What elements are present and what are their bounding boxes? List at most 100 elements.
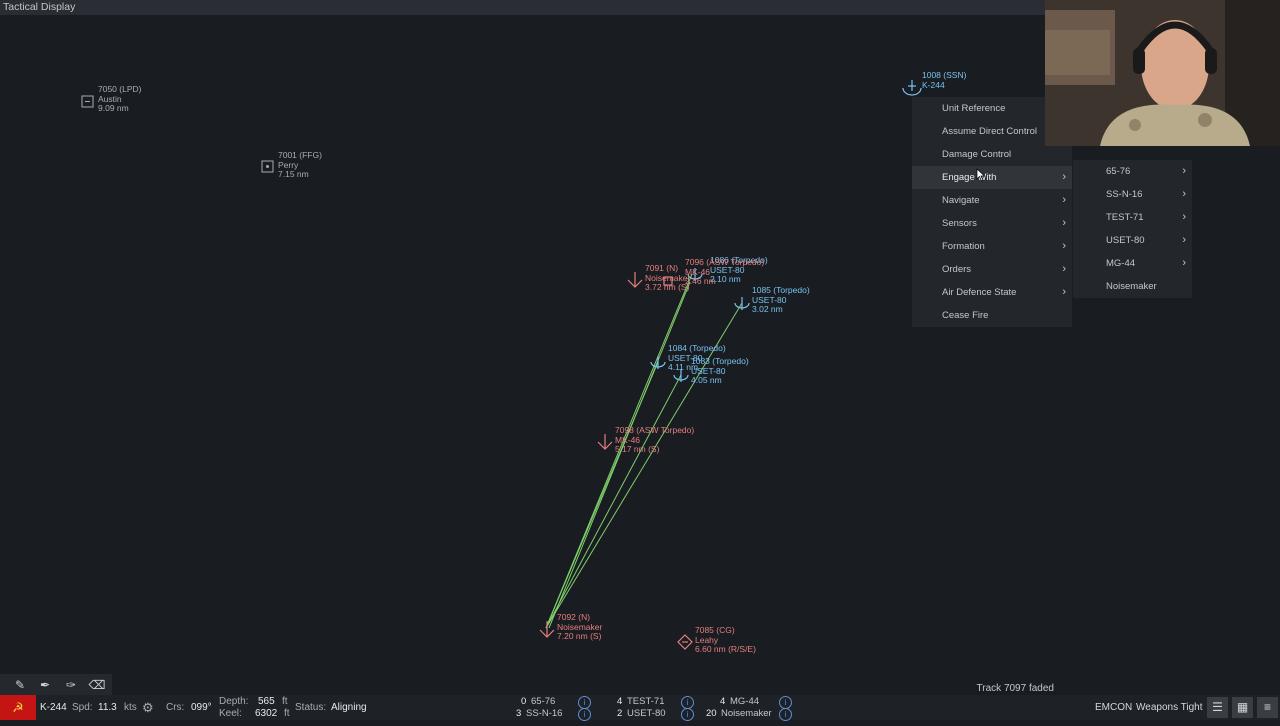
pen-icon[interactable]: ✒ <box>34 675 56 695</box>
unit-label-asw-torpedo-7098: 7098 (ASW Torpedo) MK-46 5.17 nm (S) <box>615 425 694 455</box>
menu-item-navigate[interactable]: Navigate › <box>912 189 1072 212</box>
menu-item-label: Engage With <box>942 172 997 183</box>
menu-item-label: Assume Direct Control <box>942 126 1038 137</box>
unit-label-torpedo-1083: 1083 (Torpedo) USET-80 4.05 nm <box>691 356 749 386</box>
menu-item-label: Orders <box>942 264 972 275</box>
torpedo-symbol[interactable] <box>734 297 750 310</box>
speed-unit: kts <box>124 702 137 713</box>
chevron-right-icon: › <box>1182 234 1186 246</box>
unit-range: 7.15 nm <box>278 169 309 180</box>
menu-item-label: Cease Fire <box>942 310 989 321</box>
chevron-right-icon: › <box>1182 165 1186 177</box>
submenu-item-test-71[interactable]: TEST-71 › <box>1073 206 1192 229</box>
unit-range: 7.20 nm (S) <box>557 631 602 642</box>
menu-item-sensors[interactable]: Sensors › <box>912 212 1072 235</box>
menu-item-label: Sensors <box>942 218 977 229</box>
unit-label-noisemaker-7092: 7092 (N) Noisemaker 7.20 nm (S) <box>557 612 602 642</box>
drawing-toolbar: ✎ ✒ ✑ ⌫ <box>0 674 112 695</box>
course-label: Crs: <box>166 702 185 713</box>
speed-dial-icon[interactable]: ⚙ <box>142 695 154 720</box>
status-value: Aligning <box>331 702 367 713</box>
menu-item-air-defence-state[interactable]: Air Defence State › <box>912 281 1072 304</box>
menu-item-label: Air Defence State <box>942 287 1017 298</box>
menu-item-damage-control[interactable]: Damage Control <box>912 143 1072 166</box>
hostile-noisemaker-symbol[interactable] <box>627 272 643 288</box>
pin-icon[interactable]: ✑ <box>60 675 82 695</box>
chevron-right-icon: › <box>1062 217 1066 229</box>
submenu-item-65-76[interactable]: 65-76 › <box>1073 160 1192 183</box>
submenu-item-uset-80[interactable]: USET-80 › <box>1073 229 1192 252</box>
menu-item-label: Formation <box>942 241 985 252</box>
track-line <box>548 281 691 629</box>
unit-name: K-244 <box>922 79 945 90</box>
course-value: 099° <box>191 702 212 713</box>
hammer-sickle-icon: ☭ <box>12 700 24 715</box>
chevron-right-icon: › <box>1182 257 1186 269</box>
weapon-count: 20 <box>706 708 717 719</box>
chevron-right-icon: › <box>1062 194 1066 206</box>
menu-item-formation[interactable]: Formation › <box>912 235 1072 258</box>
chevron-right-icon: › <box>1182 188 1186 200</box>
status-message: Track 7097 faded <box>976 683 1054 694</box>
menu-item-label: Navigate <box>942 195 980 206</box>
unit-label-lpd: 7050 (LPD) Austin 9.09 nm <box>98 84 141 114</box>
unit-label-ffg: 7001 (FFG) Perry 7.15 nm <box>278 150 322 180</box>
weapon-name[interactable]: TEST-71 <box>627 696 665 708</box>
info-icon[interactable]: i <box>779 708 792 721</box>
submenu-item-label: MG-44 <box>1106 258 1136 269</box>
speed-value: 11.3 <box>98 702 117 713</box>
pencil-icon[interactable]: ✎ <box>9 675 31 695</box>
chevron-right-icon: › <box>1182 211 1186 223</box>
emcon-button[interactable]: EMCON <box>1095 695 1132 720</box>
hostile-noisemaker-symbol[interactable] <box>539 621 555 638</box>
list-icon[interactable]: ▦ <box>1232 697 1253 718</box>
menu-item-label: Unit Reference <box>942 103 1006 114</box>
streamer-image <box>1045 0 1280 146</box>
submenu-item-label: Noisemaker <box>1106 281 1157 292</box>
weapon-count: 4 <box>617 696 623 707</box>
keel-label: Keel: <box>219 708 242 719</box>
menu-icon[interactable]: ≡ <box>1257 697 1278 718</box>
weapon-count: 0 <box>521 696 527 707</box>
hostile-cg-symbol[interactable] <box>677 634 693 650</box>
unit-label-asw-torpedo-7096: 7096 (ASW Torpedo) MK-46 2.46 nm <box>685 257 764 287</box>
weapon-name[interactable]: USET-80 <box>627 708 666 720</box>
nation-flag: ☭ <box>0 695 36 720</box>
chevron-right-icon: › <box>1062 171 1066 183</box>
webcam-overlay <box>1045 0 1280 146</box>
chevron-right-icon: › <box>1062 286 1066 298</box>
unit-range: 4.05 nm <box>691 375 722 386</box>
menu-item-cease-fire[interactable]: Cease Fire <box>912 304 1072 327</box>
unit-range: 6.60 nm (R/S/E) <box>695 644 756 655</box>
unit-range: 9.09 nm <box>98 103 129 114</box>
weapons-state-button[interactable]: Weapons Tight <box>1136 695 1203 720</box>
info-icon[interactable]: i <box>681 708 694 721</box>
menu-item-orders[interactable]: Orders › <box>912 258 1072 281</box>
unit-symbol-ssn[interactable] <box>902 80 922 96</box>
submenu-item-mg-44[interactable]: MG-44 › <box>1073 252 1192 275</box>
weapon-count: 4 <box>720 696 726 707</box>
unit-label-noisemaker-7091: 7091 (N) Noisemaker 3.72 nm (S) <box>645 263 690 293</box>
submenu-item-noisemaker[interactable]: Noisemaker <box>1073 275 1192 298</box>
weapon-count: 2 <box>617 708 623 719</box>
weapon-name[interactable]: MG-44 <box>730 696 759 708</box>
unit-label-cg: 7085 (CG) Leahy 6.60 nm (R/S/E) <box>695 625 756 655</box>
chevron-right-icon: › <box>1062 263 1066 275</box>
weapon-name[interactable]: 65-76 <box>531 696 555 708</box>
submenu-item-ss-n-16[interactable]: SS-N-16 › <box>1073 183 1192 206</box>
menu-item-engage-with[interactable]: Engage With › <box>912 166 1072 189</box>
weapon-name[interactable]: SS-N-16 <box>526 708 562 720</box>
layers-icon[interactable]: ☰ <box>1207 697 1228 718</box>
keel-unit: ft <box>284 708 290 719</box>
info-icon[interactable]: i <box>578 708 591 721</box>
selected-unit-name: K-244 <box>40 702 67 713</box>
unit-range: 3.02 nm <box>752 304 783 315</box>
submenu-item-label: USET-80 <box>1106 235 1145 246</box>
unit-label-torpedo-1085: 1085 (Torpedo) USET-80 3.02 nm <box>752 285 810 315</box>
weapon-name[interactable]: Noisemaker <box>721 708 772 720</box>
eraser-icon[interactable]: ⌫ <box>86 675 108 695</box>
hostile-torpedo-symbol[interactable] <box>597 434 613 450</box>
engage-with-submenu: 65-76 › SS-N-16 › TEST-71 › USET-80 › MG-44 ›… <box>1073 160 1192 298</box>
chevron-right-icon: › <box>1062 240 1066 252</box>
track-line <box>545 374 682 629</box>
